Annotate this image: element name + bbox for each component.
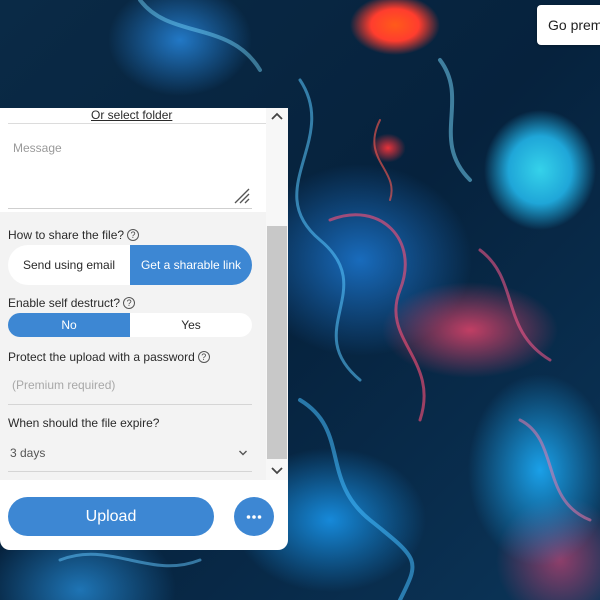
password-underline	[8, 404, 252, 405]
go-premium-button[interactable]: Go premium	[537, 5, 600, 45]
message-textarea[interactable]: Message	[8, 136, 252, 208]
sharable-link-option[interactable]: Get a sharable link	[130, 245, 252, 285]
expire-label: When should the file expire?	[8, 416, 160, 430]
self-destruct-label-text: Enable self destruct?	[8, 296, 121, 310]
upload-button[interactable]: Upload	[8, 497, 214, 536]
upload-panel: Or select folder Message How to share th…	[0, 108, 288, 550]
share-method-label-text: How to share the file?	[8, 228, 125, 242]
share-method-label: How to share the file??	[8, 228, 140, 242]
expire-underline	[8, 471, 252, 472]
scroll-thumb[interactable]	[267, 226, 287, 459]
select-folder-link[interactable]: Or select folder	[91, 108, 172, 122]
resize-handle-icon[interactable]	[231, 185, 251, 205]
help-icon[interactable]: ?	[127, 229, 140, 241]
scroll-up-icon[interactable]	[270, 110, 284, 124]
share-method-toggle: Send using email Get a sharable link	[8, 245, 252, 285]
help-icon[interactable]: ?	[123, 297, 136, 309]
send-email-option[interactable]: Send using email	[8, 245, 130, 285]
self-destruct-yes-option[interactable]: Yes	[130, 313, 252, 337]
scrollbar[interactable]	[266, 108, 288, 480]
message-underline	[8, 208, 252, 209]
expire-select[interactable]: 3 days	[10, 446, 45, 460]
more-options-button[interactable]	[234, 497, 274, 536]
more-icon	[246, 514, 262, 519]
password-input[interactable]: (Premium required)	[12, 378, 115, 392]
divider	[8, 123, 266, 124]
chevron-down-icon[interactable]	[238, 448, 248, 458]
self-destruct-no-option[interactable]: No	[8, 313, 130, 337]
self-destruct-toggle: No Yes	[8, 313, 252, 337]
scroll-down-icon[interactable]	[270, 463, 284, 477]
form-scroll-area: Or select folder Message How to share th…	[0, 108, 266, 480]
password-label: Protect the upload with a password?	[8, 350, 210, 364]
self-destruct-label: Enable self destruct??	[8, 296, 136, 310]
help-icon[interactable]: ?	[197, 351, 210, 363]
password-label-text: Protect the upload with a password	[8, 350, 195, 364]
